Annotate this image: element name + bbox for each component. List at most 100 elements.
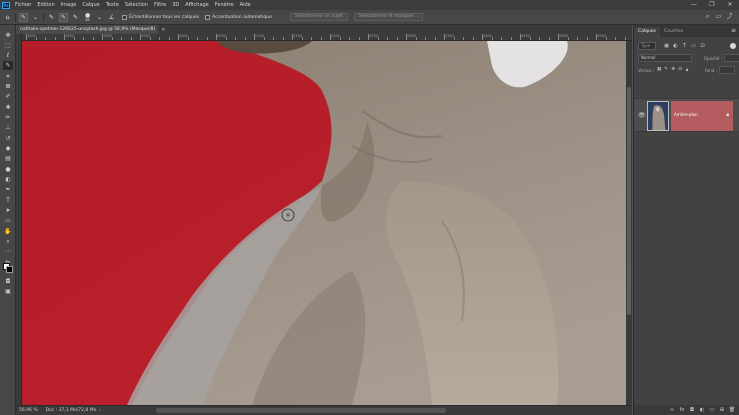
menu-item-calque[interactable]: Calque xyxy=(79,0,102,10)
lock-position-icon[interactable]: ✥ xyxy=(670,67,677,73)
frame-tool-icon[interactable]: ⊠ xyxy=(3,82,13,91)
adjustment-layer-icon[interactable]: ◐ xyxy=(697,407,707,413)
blur-tool-icon[interactable]: ● xyxy=(3,165,13,174)
scrollbar-thumb[interactable] xyxy=(627,87,631,315)
menu-item-selection[interactable]: Sélection xyxy=(122,0,151,10)
screen-mode-icon[interactable]: ▣ xyxy=(3,287,13,296)
document-info[interactable]: Doc : 37,1 Mo/72,8 Mo xyxy=(46,408,97,413)
search-icon[interactable]: ⌕ xyxy=(702,12,713,22)
lock-all-icon[interactable]: 🔒︎ xyxy=(684,67,691,73)
lock-transparency-icon[interactable]: ▦ xyxy=(656,67,663,73)
ruler-minor-tick xyxy=(244,37,246,40)
panel-tabs: Calques Couches xyxy=(634,25,739,37)
subtract-from-selection-icon[interactable]: ✎ xyxy=(71,13,80,22)
select-and-mask-button[interactable]: Sélectionner et masquer... xyxy=(353,13,423,21)
ruler-minor-tick xyxy=(548,37,550,40)
gradient-tool-icon[interactable]: ▤ xyxy=(3,154,13,163)
fill-field[interactable] xyxy=(718,66,735,74)
share-icon[interactable]: ⤴ xyxy=(724,12,735,22)
link-layers-icon[interactable]: ∞ xyxy=(667,407,677,413)
pixel-filter-icon[interactable]: ▣ xyxy=(662,43,671,49)
layer-style-icon[interactable]: fx xyxy=(677,407,687,413)
type-filter-icon[interactable]: T xyxy=(680,43,689,49)
hand-tool-icon[interactable]: ✋ xyxy=(3,227,13,236)
image-canvas[interactable] xyxy=(22,41,626,405)
adjustment-filter-icon[interactable]: ◐ xyxy=(671,43,680,49)
horizontal-scrollbar[interactable] xyxy=(156,408,446,413)
close-tab-icon[interactable]: × xyxy=(161,27,165,33)
ruler-tick-mark xyxy=(292,34,293,40)
delete-layer-icon[interactable]: 🗑︎ xyxy=(727,407,737,413)
menu-item-fenetre[interactable]: Fenêtre xyxy=(212,0,237,10)
document-tab[interactable]: nathalie-spehner-126625-unsplash.jpg @ 5… xyxy=(16,25,165,34)
panel-menu-icon[interactable]: ≡ xyxy=(731,27,736,34)
quick-selection-tool-preset-icon[interactable]: ✎ xyxy=(19,12,29,22)
layer-name-area[interactable]: Arrière-plan 🔒︎ xyxy=(671,101,733,131)
angle-icon[interactable]: ∠ xyxy=(107,13,116,22)
menu-item-aide[interactable]: Aide xyxy=(237,0,254,10)
zoom-tool-icon[interactable]: ⌕ xyxy=(3,237,13,246)
menu-item-image[interactable]: Image xyxy=(58,0,80,10)
layer-name[interactable]: Arrière-plan xyxy=(674,112,698,117)
menu-item-filtre[interactable]: Filtre xyxy=(151,0,169,10)
tab-calques[interactable]: Calques xyxy=(634,27,660,37)
healing-brush-tool-icon[interactable]: ✚ xyxy=(3,103,13,112)
lock-fill-row: Verrou : ▦ ✎ ✥ ⊡ 🔒︎ Fond : xyxy=(634,65,739,75)
tab-couches[interactable]: Couches xyxy=(660,27,687,37)
opacity-field[interactable] xyxy=(724,54,739,62)
layer-search-input[interactable]: Type xyxy=(638,42,656,50)
menu-item-affichage[interactable]: Affichage xyxy=(182,0,212,10)
new-group-icon[interactable]: ▭ xyxy=(707,407,717,413)
add-mask-icon[interactable]: ◘ xyxy=(687,407,697,413)
add-to-selection-icon[interactable]: ✎ xyxy=(59,12,69,22)
crop-tool-icon[interactable]: ⌗ xyxy=(3,72,13,81)
zoom-level[interactable]: 56,96 % xyxy=(19,408,38,413)
layer-thumbnail[interactable] xyxy=(647,101,669,131)
background-color-swatch[interactable] xyxy=(6,266,13,273)
eye-visibility-icon[interactable]: 👁︎ xyxy=(638,112,646,119)
layer-row-background[interactable]: 👁︎ Arrière-plan 🔒︎ xyxy=(634,98,739,132)
sample-all-layers-checkbox[interactable]: Échantillonner tous les calques xyxy=(122,14,199,20)
eyedropper-tool-icon[interactable]: ✐ xyxy=(3,92,13,101)
close-icon[interactable]: ✕ xyxy=(721,0,739,10)
smart-object-filter-icon[interactable]: ⊡ xyxy=(698,43,707,49)
type-tool-icon[interactable]: T xyxy=(3,196,13,205)
brush-size-chevron-icon[interactable]: ⌄ xyxy=(95,13,104,22)
quick-mask-icon[interactable]: ◘ xyxy=(3,277,13,286)
marquee-tool-icon[interactable]: ⬚ xyxy=(3,41,13,50)
lock-pixels-icon[interactable]: ✎ xyxy=(663,67,670,73)
eraser-tool-icon[interactable]: ◆ xyxy=(3,144,13,153)
clone-stamp-tool-icon[interactable]: ⊥ xyxy=(3,123,13,132)
status-chevron-icon[interactable]: › xyxy=(99,408,101,413)
menu-item-3d[interactable]: 3D xyxy=(169,0,182,10)
layer-lock-icon[interactable]: 🔒︎ xyxy=(726,112,729,118)
history-brush-tool-icon[interactable]: ↺ xyxy=(3,134,13,143)
filter-toggle-icon[interactable] xyxy=(730,43,736,49)
path-selection-tool-icon[interactable]: ➤ xyxy=(3,206,13,215)
auto-enhance-checkbox[interactable]: Accentuation automatique xyxy=(205,14,272,20)
quick-selection-tool-icon[interactable]: ✎ xyxy=(3,61,13,70)
new-selection-icon[interactable]: ✎ xyxy=(47,13,56,22)
rectangle-tool-icon[interactable]: ▭ xyxy=(3,216,13,225)
vertical-scrollbar[interactable] xyxy=(626,41,632,405)
preset-chevron-icon[interactable]: ⌄ xyxy=(31,13,40,22)
more-tools-icon[interactable]: ⋯ xyxy=(3,247,13,256)
select-subject-button[interactable]: Sélectionner un sujet xyxy=(289,13,348,21)
menu-item-edition[interactable]: Edition xyxy=(34,0,57,10)
lasso-tool-icon[interactable]: ℓ xyxy=(3,51,13,60)
brush-tool-icon[interactable]: ✏ xyxy=(3,113,13,122)
blend-mode-select[interactable]: Normal xyxy=(638,54,692,62)
menu-item-texte[interactable]: Texte xyxy=(103,0,122,10)
workspace-icon[interactable]: ▭ xyxy=(713,12,724,22)
brush-size-icon[interactable]: ● 85 xyxy=(83,12,92,22)
minimize-icon[interactable]: — xyxy=(685,0,703,10)
restore-icon[interactable]: ❐ xyxy=(703,0,721,10)
home-icon[interactable]: ⌂ xyxy=(3,13,12,22)
pen-tool-icon[interactable]: ✒ xyxy=(3,185,13,194)
lock-artboard-icon[interactable]: ⊡ xyxy=(677,67,684,73)
shape-filter-icon[interactable]: ▭ xyxy=(689,43,698,49)
dodge-tool-icon[interactable]: ◐ xyxy=(3,175,13,184)
menu-item-fichier[interactable]: Fichier xyxy=(12,0,34,10)
move-tool-icon[interactable]: ✥ xyxy=(3,31,13,40)
new-layer-icon[interactable]: ⊞ xyxy=(717,407,727,413)
